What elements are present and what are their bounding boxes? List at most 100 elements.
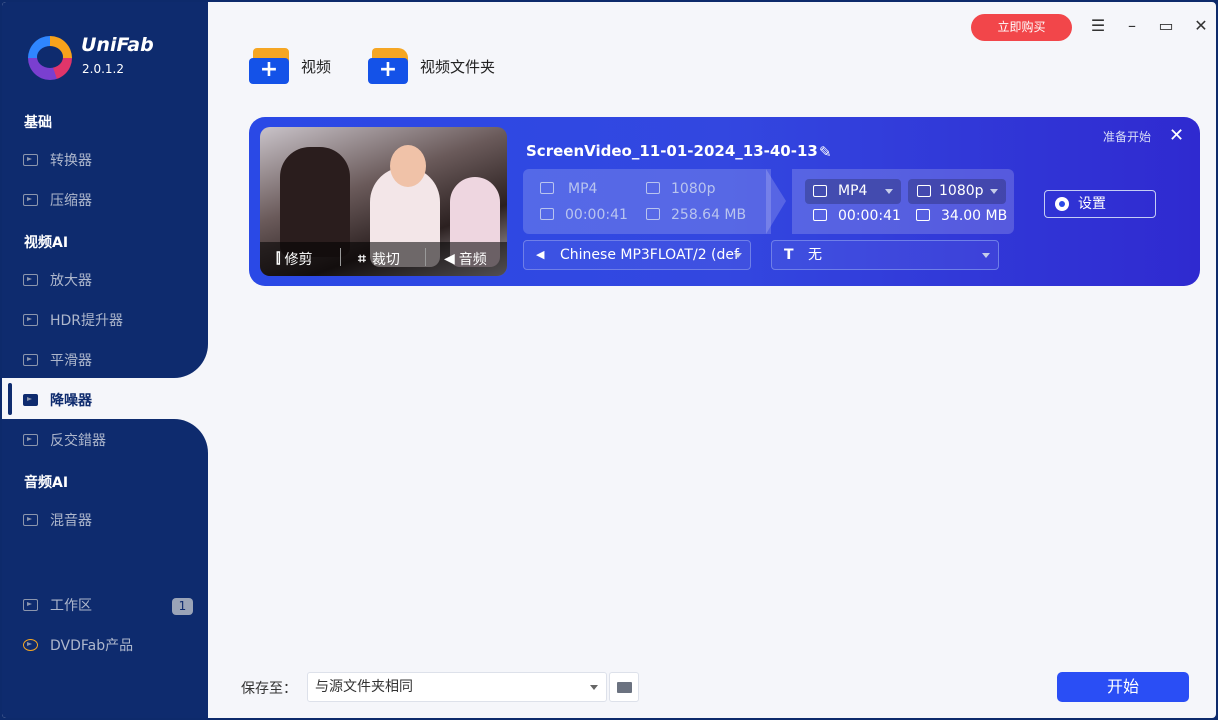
sidebar-item-label: 降噪器 bbox=[50, 393, 92, 409]
crop-label: 裁切 bbox=[371, 252, 400, 268]
sidebar-item-upscaler[interactable]: 放大器 bbox=[2, 262, 208, 298]
video-thumbnail[interactable]: ⫿ 修剪 ⌗ 裁切 ◀ 音频 bbox=[260, 127, 507, 276]
divider bbox=[340, 248, 341, 266]
smoother-icon bbox=[23, 354, 38, 366]
source-format: MP4 bbox=[568, 181, 598, 197]
resolution-icon bbox=[646, 182, 660, 194]
compressor-icon bbox=[23, 194, 38, 206]
add-video-icon: + bbox=[249, 48, 291, 84]
output-size: 34.00 MB bbox=[941, 208, 1008, 224]
trim-button[interactable]: ⫿ 修剪 bbox=[276, 249, 312, 269]
edit-name-icon[interactable]: ✎ bbox=[819, 143, 832, 161]
dvdfab-icon bbox=[23, 639, 38, 651]
sidebar-item-converter[interactable]: 转换器 bbox=[2, 142, 208, 178]
video-format-icon bbox=[540, 182, 554, 194]
source-resolution: 1080p bbox=[671, 181, 716, 197]
chevron-down-icon bbox=[990, 189, 998, 194]
crop-button[interactable]: ⌗ 裁切 bbox=[358, 249, 400, 269]
subtitle-value: 无 bbox=[808, 247, 822, 263]
output-resolution-dropdown[interactable]: 1080p bbox=[908, 179, 1006, 204]
source-info-panel bbox=[523, 169, 771, 234]
deinterlacer-icon bbox=[23, 434, 38, 446]
app-name: UniFab bbox=[81, 34, 154, 56]
sidebar: UniFab 2.0.1.2 基础 转换器 压缩器 视频AI 放大器 HDR提升… bbox=[2, 2, 210, 718]
sidebar-item-smoother[interactable]: 平滑器 bbox=[2, 342, 208, 378]
hdr-icon bbox=[23, 314, 38, 326]
save-to-label: 保存至： bbox=[241, 681, 297, 697]
audio-track-select[interactable]: ◀ Chinese MP3FLOAT/2 (def bbox=[523, 240, 751, 270]
source-size: 258.64 MB bbox=[671, 207, 747, 223]
video-format-icon bbox=[813, 185, 827, 197]
sidebar-item-label: 反交錯器 bbox=[50, 433, 106, 449]
menu-icon[interactable]: ☰ bbox=[1088, 16, 1108, 36]
unifab-logo-icon bbox=[28, 36, 72, 80]
duration-icon bbox=[540, 208, 554, 220]
crop-icon: ⌗ bbox=[358, 251, 366, 267]
trim-label: 修剪 bbox=[284, 252, 313, 268]
sidebar-item-label: 混音器 bbox=[50, 513, 92, 529]
subtitle-select[interactable]: T 无 bbox=[771, 240, 999, 270]
chevron-down-icon bbox=[885, 189, 893, 194]
task-status: 准备开始 bbox=[1103, 130, 1152, 144]
audio-label: 音频 bbox=[458, 252, 487, 268]
save-to-select[interactable]: 与源文件夹相同 bbox=[307, 672, 607, 702]
app-version: 2.0.1.2 bbox=[82, 62, 124, 76]
add-folder-label: 视频文件夹 bbox=[420, 57, 496, 76]
sidebar-item-label: DVDFab产品 bbox=[50, 638, 134, 654]
sidebar-item-label: 压缩器 bbox=[50, 193, 92, 209]
settings-button[interactable]: 设置 bbox=[1044, 190, 1156, 218]
sidebar-item-dvdfab[interactable]: DVDFab产品 bbox=[2, 627, 208, 663]
sidebar-item-deinterlacer[interactable]: 反交錯器 bbox=[2, 422, 208, 458]
start-button[interactable]: 开始 bbox=[1057, 672, 1189, 702]
maximize-icon[interactable]: ▭ bbox=[1156, 16, 1176, 36]
sidebar-item-label: 转换器 bbox=[50, 153, 92, 169]
converter-icon bbox=[23, 154, 38, 166]
chevron-down-icon bbox=[734, 253, 742, 258]
sidebar-item-compressor[interactable]: 压缩器 bbox=[2, 182, 208, 218]
workspace-count-badge: 1 bbox=[172, 598, 193, 615]
save-to-value: 与源文件夹相同 bbox=[315, 679, 413, 695]
output-resolution: 1080p bbox=[939, 183, 984, 199]
minimize-icon[interactable]: – bbox=[1122, 16, 1142, 36]
add-folder-button[interactable]: + 视频文件夹 bbox=[368, 46, 495, 86]
monitor-icon bbox=[917, 185, 931, 197]
output-format: MP4 bbox=[838, 183, 868, 199]
remove-task-icon[interactable]: ✕ bbox=[1169, 125, 1184, 146]
add-video-button[interactable]: + 视频 bbox=[249, 46, 331, 86]
text-icon: T bbox=[784, 247, 794, 263]
trim-icon: ⫿ bbox=[276, 251, 281, 267]
app-window: UniFab 2.0.1.2 基础 转换器 压缩器 视频AI 放大器 HDR提升… bbox=[0, 0, 1218, 720]
audio-track-value: Chinese MP3FLOAT/2 (def bbox=[560, 247, 739, 263]
sidebar-item-label: 工作区 bbox=[50, 598, 92, 614]
add-folder-icon: + bbox=[368, 48, 410, 84]
file-name: ScreenVideo_11-01-2024_13-40-13 bbox=[526, 142, 818, 160]
mixer-icon bbox=[23, 514, 38, 526]
monitor-icon bbox=[23, 599, 38, 611]
duration-icon bbox=[813, 209, 827, 221]
sidebar-item-label: 平滑器 bbox=[50, 353, 92, 369]
file-size-icon bbox=[646, 208, 660, 220]
section-audio-ai: 音频AI bbox=[24, 475, 69, 491]
close-window-icon[interactable]: ✕ bbox=[1191, 16, 1211, 36]
sidebar-bottom-panel bbox=[2, 419, 208, 718]
section-video-ai: 视频AI bbox=[24, 235, 69, 251]
add-video-label: 视频 bbox=[301, 57, 332, 76]
settings-label: 设置 bbox=[1078, 196, 1106, 212]
browse-folder-icon[interactable] bbox=[609, 672, 639, 702]
divider bbox=[425, 248, 426, 266]
chevron-down-icon bbox=[590, 685, 598, 690]
buy-now-button[interactable]: 立即购买 bbox=[971, 14, 1072, 41]
audio-button[interactable]: ◀ 音频 bbox=[444, 249, 487, 269]
sidebar-item-label: HDR提升器 bbox=[50, 313, 124, 329]
sidebar-item-mixer[interactable]: 混音器 bbox=[2, 502, 208, 538]
sidebar-item-denoiser[interactable]: 降噪器 bbox=[2, 382, 208, 418]
chevron-down-icon bbox=[982, 253, 990, 258]
upscaler-icon bbox=[23, 274, 38, 286]
output-duration: 00:00:41 bbox=[838, 208, 901, 224]
sidebar-item-hdr[interactable]: HDR提升器 bbox=[2, 302, 208, 338]
output-format-dropdown[interactable]: MP4 bbox=[805, 179, 901, 204]
sidebar-item-label: 放大器 bbox=[50, 273, 92, 289]
denoiser-icon bbox=[23, 394, 38, 406]
source-duration: 00:00:41 bbox=[565, 207, 628, 223]
gear-icon bbox=[1055, 197, 1069, 211]
